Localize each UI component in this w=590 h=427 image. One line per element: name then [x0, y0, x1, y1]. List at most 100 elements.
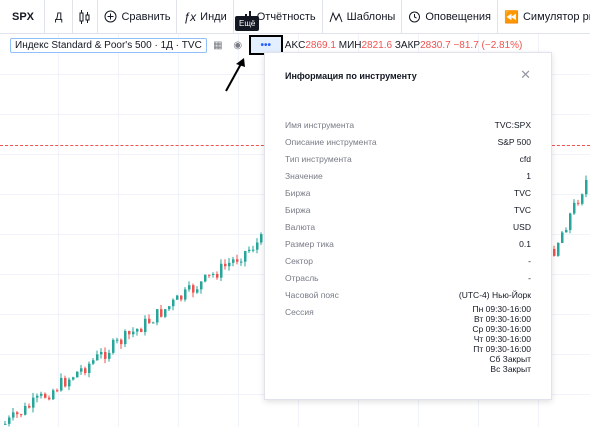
row-label: Биржа	[285, 188, 311, 198]
candle-body	[577, 202, 580, 204]
annotation-arrow	[225, 58, 245, 92]
candle-body	[140, 328, 143, 333]
session-line: Вт 09:30-16:00	[473, 314, 531, 324]
candle-body	[112, 339, 115, 353]
candle-body	[232, 259, 235, 263]
candle-body	[192, 285, 195, 293]
chart-style-button[interactable]	[73, 0, 99, 34]
candle-body	[176, 295, 179, 300]
candle-body	[244, 251, 247, 262]
high-value: 2869.1	[305, 39, 336, 51]
templates-button[interactable]: Шаблоны	[323, 0, 403, 34]
info-row: Имя инструмента TVC:SPX	[285, 117, 531, 134]
dialog-title: Информация по инструменту	[285, 71, 417, 81]
session-line: Пт 09:30-16:00	[473, 344, 531, 354]
templates-label: Шаблоны	[346, 10, 396, 23]
row-value: -	[528, 256, 531, 266]
compare-label: Сравнить	[121, 10, 171, 23]
session-line: Вс Закрыт	[490, 364, 531, 374]
rewind-icon: ⏪	[504, 9, 519, 24]
info-row: Размер тика 0.1	[285, 236, 531, 253]
settings-square-icon[interactable]: ▦	[209, 37, 227, 53]
fx-icon: ƒx	[183, 9, 197, 24]
candle-body	[56, 390, 59, 392]
row-value: -	[528, 273, 531, 283]
candle-body	[148, 318, 151, 323]
row-label: Имя инструмента	[285, 120, 355, 130]
candle-body	[32, 397, 35, 408]
candle-body	[108, 352, 111, 359]
symbol-info-dialog: Информация по инструменту ✕ Имя инструме…	[264, 52, 552, 400]
candle-body	[104, 351, 107, 359]
compare-button[interactable]: Сравнить	[98, 0, 178, 34]
row-value: TVC:SPX	[494, 120, 531, 130]
candle-body	[132, 331, 135, 335]
more-tooltip: Ещё	[235, 16, 260, 31]
candle-body	[128, 331, 131, 335]
row-value: S&P 500	[497, 137, 531, 147]
row-value: TVC	[514, 205, 531, 215]
close-icon[interactable]: ✕	[520, 67, 531, 83]
session-line: Сб Закрыт	[489, 354, 531, 364]
candle-body	[565, 229, 568, 233]
indicators-label: Инди	[200, 10, 227, 23]
candle-body	[208, 274, 211, 276]
series-title[interactable]: Индекс Standard & Poor's 500 · 1Д · TVC	[10, 37, 207, 53]
candle-body	[52, 390, 55, 400]
info-row: Биржа TVC	[285, 202, 531, 219]
candle-body	[252, 249, 255, 251]
candle-body	[200, 281, 203, 290]
info-row: Значение 1	[285, 168, 531, 185]
candle-body	[144, 318, 147, 333]
candle-body	[156, 309, 159, 323]
info-row: Тип инструмента cfd	[285, 151, 531, 168]
candle-body	[36, 395, 39, 398]
candle-body	[72, 377, 75, 380]
candle-body	[64, 377, 67, 387]
alerts-button[interactable]: Оповещения	[402, 0, 499, 34]
candle-body	[24, 405, 27, 415]
session-line: Ср 09:30-16:00	[472, 324, 531, 334]
alerts-label: Оповещения	[425, 10, 492, 23]
candle-body	[60, 377, 63, 391]
replay-button[interactable]: ⏪ Симулятор рынка	[498, 0, 590, 34]
candle-body	[96, 354, 99, 361]
row-value: (UTC-4) Нью-Йорк	[458, 290, 531, 300]
low-value: 2821.6	[361, 39, 393, 51]
session-hours: Пн 09:30-16:00 Вт 09:30-16:00 Ср 09:30-1…	[472, 304, 531, 374]
candle-body	[188, 285, 191, 290]
session-label: Сессия	[285, 307, 314, 317]
indicators-button[interactable]: ƒx Инди	[177, 0, 234, 34]
candle-body	[116, 339, 119, 341]
candle-body	[88, 363, 91, 374]
candle-body	[212, 274, 215, 276]
session-line: Пн 09:30-16:00	[472, 304, 531, 314]
info-rows: Имя инструмента TVC:SPX Описание инструме…	[285, 117, 531, 374]
candle-body	[216, 274, 219, 278]
interval-button[interactable]: Д	[45, 0, 74, 34]
candle-body	[256, 242, 259, 250]
eye-icon[interactable]: ◉	[229, 37, 247, 53]
candle-body	[573, 202, 576, 214]
candle-body	[581, 194, 584, 204]
candle-body	[8, 417, 11, 424]
replay-label: Симулятор рынка	[522, 10, 590, 23]
symbol-search-button[interactable]: SPX	[0, 0, 46, 34]
templates-icon	[329, 11, 343, 22]
high-label: AKC	[284, 39, 306, 51]
candle-body	[12, 412, 15, 418]
candle-body	[136, 328, 139, 332]
row-label: Размер тика	[285, 239, 334, 249]
top-toolbar: SPX Д Сравнить ƒx Инди Отчётность Шаблон…	[0, 0, 590, 34]
info-row: Валюта USD	[285, 219, 531, 236]
row-label: Значение	[285, 171, 323, 181]
candle-body	[16, 412, 19, 415]
candle-body	[160, 309, 163, 317]
info-row: Описание инструмента S&P 500	[285, 134, 531, 151]
symbol-label: SPX	[12, 10, 35, 23]
info-row: Часовой пояс (UTC-4) Нью-Йорк	[285, 287, 531, 304]
candle-body	[100, 351, 103, 355]
candle-body	[76, 371, 79, 378]
candle-body	[204, 274, 207, 282]
row-label: Описание инструмента	[285, 137, 377, 147]
